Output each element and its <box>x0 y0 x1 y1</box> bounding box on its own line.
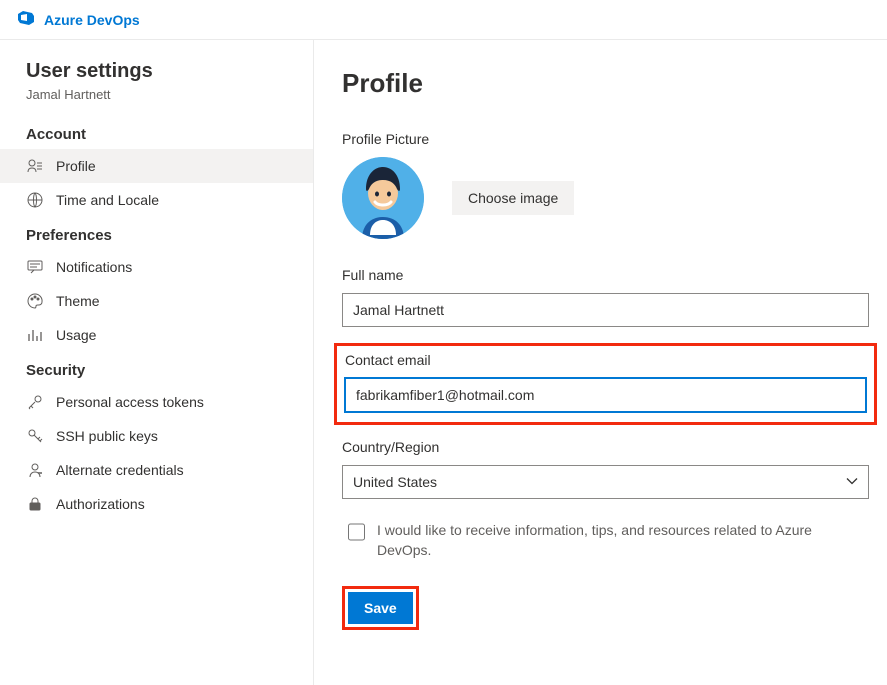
sidebar-item-notifications[interactable]: Notifications <box>0 250 313 284</box>
sidebar-item-label: Time and Locale <box>56 192 159 208</box>
sidebar-item-label: Usage <box>56 327 96 343</box>
fullname-label: Full name <box>342 267 869 283</box>
ssh-icon <box>26 427 44 445</box>
section-account: Account <box>0 116 313 149</box>
lock-icon <box>26 495 44 513</box>
sidebar-item-usage[interactable]: Usage <box>0 318 313 352</box>
profile-icon <box>26 157 44 175</box>
save-highlight: Save <box>342 586 419 630</box>
sidebar-username: Jamal Hartnett <box>0 87 313 116</box>
optin-row: I would like to receive information, tip… <box>342 521 842 560</box>
comment-icon <box>26 258 44 276</box>
sidebar-item-theme[interactable]: Theme <box>0 284 313 318</box>
avatar <box>342 157 424 239</box>
sidebar-item-label: Notifications <box>56 259 132 275</box>
fullname-group: Full name <box>342 267 869 327</box>
brand-label[interactable]: Azure DevOps <box>44 12 140 28</box>
palette-icon <box>26 292 44 310</box>
picture-label: Profile Picture <box>342 131 869 147</box>
key-icon <box>26 393 44 411</box>
picture-group: Profile Picture Choose image <box>342 131 869 239</box>
optin-checkbox[interactable] <box>348 523 365 541</box>
chart-icon <box>26 326 44 344</box>
section-security: Security <box>0 352 313 385</box>
sidebar-item-label: Theme <box>56 293 100 309</box>
email-highlight: Contact email <box>334 343 877 425</box>
country-label: Country/Region <box>342 439 869 455</box>
section-preferences: Preferences <box>0 217 313 250</box>
globe-icon <box>26 191 44 209</box>
email-label: Contact email <box>345 352 866 368</box>
sidebar-item-profile[interactable]: Profile <box>0 149 313 183</box>
sidebar-item-label: Authorizations <box>56 496 145 512</box>
save-button[interactable]: Save <box>348 592 413 624</box>
sidebar-item-label: Profile <box>56 158 96 174</box>
profile-panel: Profile Profile Picture Choos <box>314 40 887 685</box>
sidebar-item-label: Personal access tokens <box>56 394 204 410</box>
sidebar-item-time-locale[interactable]: Time and Locale <box>0 183 313 217</box>
sidebar-item-ssh[interactable]: SSH public keys <box>0 419 313 453</box>
top-bar: Azure DevOps <box>0 0 887 40</box>
sidebar-item-label: Alternate credentials <box>56 462 184 478</box>
sidebar-item-pat[interactable]: Personal access tokens <box>0 385 313 419</box>
sidebar-item-alt-creds[interactable]: Alternate credentials <box>0 453 313 487</box>
main-layout: User settings Jamal Hartnett Account Pro… <box>0 40 887 685</box>
credentials-icon <box>26 461 44 479</box>
email-input[interactable] <box>345 378 866 412</box>
country-select[interactable]: United States <box>342 465 869 499</box>
sidebar-title: User settings <box>0 60 313 87</box>
fullname-input[interactable] <box>342 293 869 327</box>
page-title: Profile <box>342 68 869 99</box>
brand-icon <box>16 8 36 31</box>
sidebar: User settings Jamal Hartnett Account Pro… <box>0 40 314 685</box>
country-group: Country/Region United States <box>342 439 869 499</box>
sidebar-item-authorizations[interactable]: Authorizations <box>0 487 313 521</box>
choose-image-button[interactable]: Choose image <box>452 181 574 215</box>
email-group: Contact email <box>345 352 866 412</box>
optin-label: I would like to receive information, tip… <box>377 521 842 560</box>
sidebar-item-label: SSH public keys <box>56 428 158 444</box>
